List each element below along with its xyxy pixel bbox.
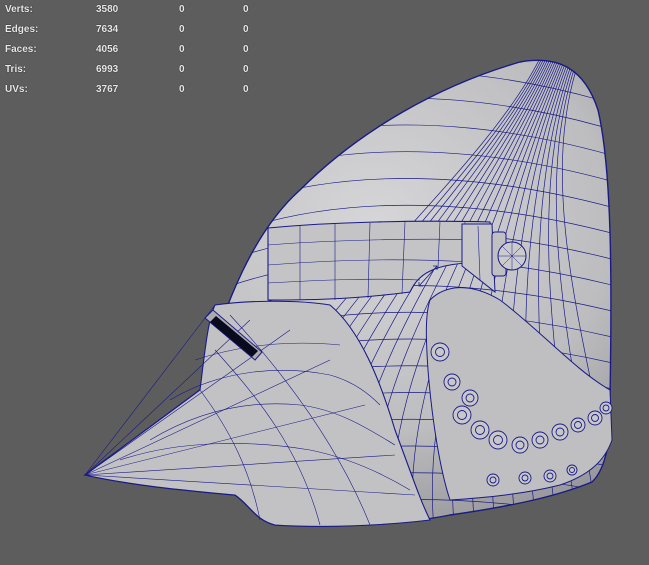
- rivet: [452, 405, 472, 425]
- hud-component-count: 0: [243, 4, 249, 15]
- hud-stat-label: Tris:: [5, 64, 27, 75]
- rivet: [551, 423, 569, 441]
- hud-selected-count: 0: [179, 4, 185, 15]
- hud-component-count: 0: [243, 24, 249, 35]
- hud-stat-label: UVs:: [5, 84, 28, 95]
- hud-total-count: 4056: [96, 44, 119, 55]
- rivet: [443, 373, 461, 391]
- hud-selected-count: 0: [179, 84, 185, 95]
- rivet: [570, 417, 586, 433]
- rivet: [543, 469, 557, 483]
- hud-selected-count: 0: [179, 24, 185, 35]
- hud-row: Edges: 7634 0 0: [0, 20, 260, 40]
- hud-row: Verts: 3580 0 0: [0, 0, 260, 20]
- rivet: [599, 401, 613, 415]
- hud-component-count: 0: [243, 44, 249, 55]
- hud-stat-label: Verts:: [5, 4, 33, 15]
- hud-total-count: 3580: [96, 4, 119, 15]
- 3d-viewport[interactable]: Verts: 3580 0 0 Edges: 7634 0 0 Faces: 4056 0 0 Tris…: [0, 0, 649, 565]
- rivet: [486, 473, 500, 487]
- hud-component-count: 0: [243, 84, 249, 95]
- rivet: [587, 410, 603, 426]
- rivet: [518, 471, 532, 485]
- hud-row: Faces: 4056 0 0: [0, 40, 260, 60]
- rivet: [511, 436, 529, 454]
- hud-component-count: 0: [243, 64, 249, 75]
- hud-total-count: 7634: [96, 24, 119, 35]
- hud-stat-label: Edges:: [5, 24, 39, 35]
- hud-total-count: 6993: [96, 64, 119, 75]
- hud-total-count: 3767: [96, 84, 119, 95]
- rivet: [488, 430, 508, 450]
- rivet: [531, 431, 549, 449]
- hud-row: UVs: 3767 0 0: [0, 80, 260, 100]
- hud-row: Tris: 6993 0 0: [0, 60, 260, 80]
- rivet: [430, 342, 450, 362]
- rivet: [566, 464, 578, 476]
- hud-stat-label: Faces:: [5, 44, 37, 55]
- rivet: [461, 389, 479, 407]
- hud-selected-count: 0: [179, 64, 185, 75]
- rivet: [470, 420, 490, 440]
- poly-count-hud: Verts: 3580 0 0 Edges: 7634 0 0 Faces: 4056 0 0 Tris…: [0, 0, 260, 100]
- hud-selected-count: 0: [179, 44, 185, 55]
